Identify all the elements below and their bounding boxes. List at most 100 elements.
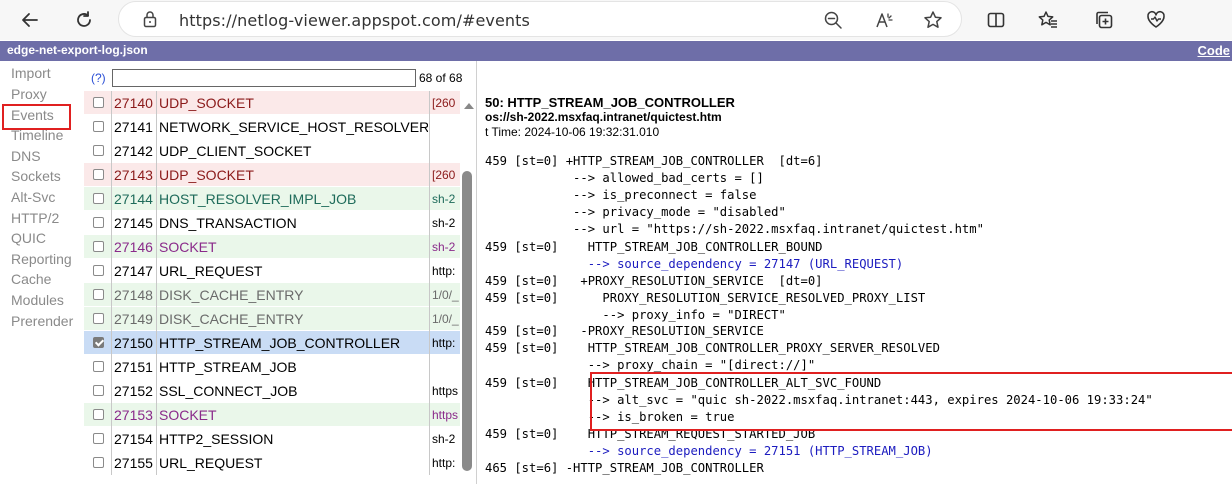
table-row[interactable]: 27152 SSL_CONNECT_JOB https (84, 379, 460, 403)
event-description[interactable]: sh-2 (429, 427, 460, 451)
event-description[interactable]: [260 (429, 163, 460, 187)
event-description[interactable]: http: (429, 451, 460, 475)
table-row[interactable]: 27141 NETWORK_SERVICE_HOST_RESOLVER (84, 115, 460, 139)
event-id[interactable]: 27146 (111, 235, 155, 259)
filter-input[interactable] (112, 69, 416, 87)
table-row[interactable]: 27149 DISK_CACHE_ENTRY 1/0/_ (84, 307, 460, 331)
table-row[interactable]: 27150 HTTP_STREAM_JOB_CONTROLLER http: (84, 331, 460, 355)
zoom-icon[interactable] (821, 8, 845, 32)
event-description[interactable] (429, 355, 460, 379)
refresh-icon[interactable] (70, 6, 98, 34)
event-id[interactable]: 27155 (111, 451, 155, 475)
sidebar-item-prerender[interactable]: Prerender (11, 313, 73, 329)
sidebar-item-cache[interactable]: Cache (11, 271, 51, 287)
favorites-icon[interactable] (1034, 6, 1062, 34)
collections-icon[interactable] (1090, 6, 1118, 34)
event-description[interactable] (429, 115, 460, 139)
row-checkbox[interactable] (93, 433, 104, 444)
row-checkbox[interactable] (93, 169, 104, 180)
table-row[interactable]: 27151 HTTP_STREAM_JOB (84, 355, 460, 379)
event-type[interactable]: HOST_RESOLVER_IMPL_JOB (156, 187, 428, 211)
table-row[interactable]: 27154 HTTP2_SESSION sh-2 (84, 427, 460, 451)
event-id[interactable]: 27148 (111, 283, 155, 307)
event-type[interactable]: SOCKET (156, 403, 428, 427)
table-row[interactable]: 27155 URL_REQUEST http: (84, 451, 460, 475)
split-screen-icon[interactable] (982, 6, 1010, 34)
event-type[interactable]: URL_REQUEST (156, 451, 428, 475)
event-description[interactable]: 1/0/_ (429, 283, 460, 307)
event-id[interactable]: 27152 (111, 379, 155, 403)
event-id[interactable]: 27145 (111, 211, 155, 235)
sidebar-item-proxy[interactable]: Proxy (11, 86, 47, 102)
row-checkbox[interactable] (93, 409, 104, 420)
table-row[interactable]: 27143 UDP_SOCKET [260 (84, 163, 460, 187)
event-type[interactable]: UDP_SOCKET (156, 163, 428, 187)
browser-essentials-icon[interactable] (1142, 6, 1170, 34)
event-type[interactable]: HTTP_STREAM_JOB_CONTROLLER (156, 331, 428, 355)
event-description[interactable]: sh-2 (429, 235, 460, 259)
star-icon[interactable] (921, 8, 945, 32)
sidebar-item-dns[interactable]: DNS (11, 148, 41, 164)
sidebar-item-modules[interactable]: Modules (11, 292, 64, 308)
scrollbar-thumb[interactable] (462, 171, 472, 471)
sidebar-item-quic[interactable]: QUIC (11, 230, 46, 246)
row-checkbox[interactable] (93, 241, 104, 252)
row-checkbox[interactable] (93, 217, 104, 228)
table-row[interactable]: 27148 DISK_CACHE_ENTRY 1/0/_ (84, 283, 460, 307)
row-checkbox[interactable] (93, 145, 104, 156)
event-type[interactable]: DNS_TRANSACTION (156, 211, 428, 235)
event-id[interactable]: 27151 (111, 355, 155, 379)
row-checkbox[interactable] (93, 337, 104, 348)
back-arrow-icon[interactable] (16, 6, 44, 34)
event-type[interactable]: DISK_CACHE_ENTRY (156, 307, 428, 331)
event-id[interactable]: 27140 (111, 91, 155, 115)
event-description[interactable]: http: (429, 259, 460, 283)
table-row[interactable]: 27146 SOCKET sh-2 (84, 235, 460, 259)
event-id[interactable]: 27142 (111, 139, 155, 163)
event-description[interactable] (429, 139, 460, 163)
table-row[interactable]: 27140 UDP_SOCKET [260 (84, 91, 460, 115)
row-checkbox[interactable] (93, 289, 104, 300)
event-id[interactable]: 27150 (111, 331, 155, 355)
row-checkbox[interactable] (93, 193, 104, 204)
event-id[interactable]: 27153 (111, 403, 155, 427)
row-checkbox[interactable] (93, 97, 104, 108)
code-link[interactable]: Code (1198, 43, 1231, 58)
event-type[interactable]: UDP_CLIENT_SOCKET (156, 139, 428, 163)
event-type[interactable]: SOCKET (156, 235, 428, 259)
event-description[interactable]: sh-2 (429, 187, 460, 211)
scroll-up-icon[interactable] (464, 103, 474, 109)
event-type[interactable]: NETWORK_SERVICE_HOST_RESOLVER (156, 115, 428, 139)
help-link[interactable]: (?) (91, 71, 106, 85)
sidebar-item-http2[interactable]: HTTP/2 (11, 210, 59, 226)
events-scrollbar[interactable] (460, 91, 476, 484)
event-type[interactable]: HTTP_STREAM_JOB (156, 355, 428, 379)
address-bar[interactable]: https://netlog-viewer.appspot.com/#event… (118, 1, 962, 37)
lock-icon[interactable] (141, 10, 159, 28)
event-id[interactable]: 27141 (111, 115, 155, 139)
event-type[interactable]: DISK_CACHE_ENTRY (156, 283, 428, 307)
event-description[interactable]: [260 (429, 91, 460, 115)
row-checkbox[interactable] (93, 265, 104, 276)
event-description[interactable]: https (429, 379, 460, 403)
row-checkbox[interactable] (93, 121, 104, 132)
sidebar-item-reporting[interactable]: Reporting (11, 251, 72, 267)
event-id[interactable]: 27143 (111, 163, 155, 187)
row-checkbox[interactable] (93, 457, 104, 468)
sidebar-item-import[interactable]: Import (11, 65, 51, 81)
event-description[interactable]: http: (429, 331, 460, 355)
event-id[interactable]: 27154 (111, 427, 155, 451)
event-description[interactable]: 1/0/_ (429, 307, 460, 331)
event-type[interactable]: SSL_CONNECT_JOB (156, 379, 428, 403)
event-type[interactable]: UDP_SOCKET (156, 91, 428, 115)
table-row[interactable]: 27144 HOST_RESOLVER_IMPL_JOB sh-2 (84, 187, 460, 211)
url-text[interactable]: https://netlog-viewer.appspot.com/#event… (179, 11, 530, 30)
event-id[interactable]: 27147 (111, 259, 155, 283)
table-row[interactable]: 27147 URL_REQUEST http: (84, 259, 460, 283)
read-aloud-icon[interactable] (873, 8, 897, 32)
event-id[interactable]: 27144 (111, 187, 155, 211)
event-type[interactable]: HTTP2_SESSION (156, 427, 428, 451)
table-row[interactable]: 27153 SOCKET https (84, 403, 460, 427)
event-description[interactable]: sh-2 (429, 211, 460, 235)
row-checkbox[interactable] (93, 313, 104, 324)
